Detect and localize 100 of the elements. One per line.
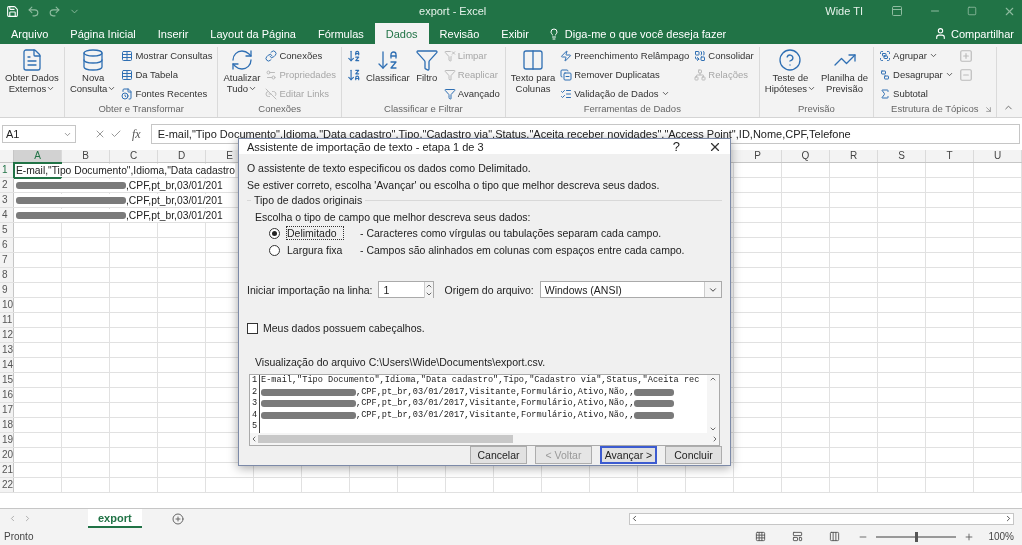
- horizontal-scrollbar[interactable]: [250, 432, 719, 445]
- checkbox-label[interactable]: Meus dados possuem cabeçalhos.: [263, 322, 425, 334]
- start-row-spinner[interactable]: 1: [378, 281, 435, 298]
- ribbon-button[interactable]: Fontes Recentes: [119, 85, 215, 102]
- row-header[interactable]: 18: [0, 418, 14, 432]
- ribbon-button[interactable]: Remover Duplicatas: [558, 66, 692, 83]
- ribbon-button[interactable]: Texto para Colunas: [508, 47, 558, 95]
- page-break-icon[interactable]: [829, 531, 841, 542]
- insert-function-button[interactable]: fx: [132, 126, 141, 142]
- row-header[interactable]: 12: [0, 328, 14, 342]
- ribbon-button[interactable]: Validação de Dados: [558, 85, 692, 102]
- dialog-launcher-icon[interactable]: [983, 105, 993, 114]
- ribbon-button[interactable]: Classificar: [363, 47, 412, 84]
- ribbon-tab[interactable]: Arquivo: [0, 23, 60, 44]
- origin-dropdown[interactable]: Windows (ANSI): [539, 281, 722, 298]
- ribbon-tab[interactable]: Revisão: [428, 23, 491, 44]
- radio-button[interactable]: [269, 244, 280, 256]
- ribbon-button[interactable]: Conexões: [263, 47, 338, 64]
- ribbon-button[interactable]: Atualizar Tudo: [221, 47, 263, 95]
- ribbon-tab[interactable]: Fórmulas: [306, 23, 375, 44]
- row-header[interactable]: 4: [0, 208, 14, 222]
- ribbon-tab[interactable]: Página Inicial: [59, 23, 147, 44]
- spinner-arrows-icon[interactable]: [424, 281, 434, 298]
- ribbon-button[interactable]: Obter Dados Externos: [3, 47, 61, 95]
- normal-view-icon[interactable]: [755, 531, 767, 542]
- row-header[interactable]: 7: [0, 253, 14, 267]
- row-header[interactable]: 20: [0, 448, 14, 462]
- ribbon-button[interactable]: Subtotal: [877, 85, 956, 102]
- row-header[interactable]: 14: [0, 358, 14, 372]
- row-header[interactable]: 2: [0, 178, 14, 192]
- previous-sheet-icon[interactable]: [8, 514, 17, 523]
- ribbon-button[interactable]: Desagrupar: [877, 66, 956, 83]
- horizontal-scrollbar[interactable]: [629, 512, 1014, 525]
- zoom-in-icon[interactable]: [964, 531, 975, 542]
- ribbon-button[interactable]: Teste de Hipóteses: [762, 47, 819, 95]
- checkbox[interactable]: [247, 322, 258, 334]
- row-header[interactable]: 9: [0, 283, 14, 297]
- share-button[interactable]: Compartilhar: [926, 23, 1022, 44]
- row-header[interactable]: 1: [0, 163, 14, 177]
- scroll-left-icon[interactable]: [630, 514, 639, 523]
- add-sheet-icon[interactable]: [171, 512, 184, 525]
- scroll-right-icon[interactable]: [711, 434, 719, 443]
- undo-icon[interactable]: [27, 4, 40, 18]
- cancel-icon[interactable]: [94, 128, 106, 140]
- ribbon-button[interactable]: Da Tabela: [119, 66, 215, 83]
- scroll-right-icon[interactable]: [1004, 514, 1013, 523]
- scroll-up-icon[interactable]: [709, 375, 717, 383]
- radio-button[interactable]: [269, 227, 280, 239]
- row-header[interactable]: 16: [0, 388, 14, 402]
- ribbon-tab[interactable]: Dados: [374, 23, 429, 44]
- row-header[interactable]: 6: [0, 238, 14, 252]
- ribbon-options-icon[interactable]: [891, 5, 903, 17]
- row-header[interactable]: 13: [0, 343, 14, 357]
- radio-label[interactable]: Largura fixa: [286, 243, 344, 257]
- row-header[interactable]: 3: [0, 193, 14, 207]
- ribbon-button[interactable]: Preenchimento Relâmpago: [558, 47, 692, 64]
- vertical-scrollbar[interactable]: [707, 375, 719, 433]
- row-header[interactable]: 8: [0, 268, 14, 282]
- row-header[interactable]: 15: [0, 373, 14, 387]
- column-header[interactable]: T: [926, 150, 974, 162]
- ribbon-button[interactable]: Agrupar: [877, 47, 956, 64]
- tell-me-field[interactable]: Diga-me o que você deseja fazer: [539, 23, 735, 44]
- row-header[interactable]: 17: [0, 403, 14, 417]
- row-header[interactable]: 5: [0, 223, 14, 237]
- column-header[interactable]: P: [734, 150, 782, 162]
- ribbon-tab[interactable]: Layout da Página: [199, 23, 307, 44]
- scroll-left-icon[interactable]: [250, 434, 258, 443]
- radio-label[interactable]: Delimitado: [286, 226, 344, 240]
- line-number: 1: [250, 375, 260, 387]
- page-layout-icon[interactable]: [792, 531, 804, 542]
- row-header[interactable]: 11: [0, 313, 14, 327]
- save-icon[interactable]: [6, 4, 19, 18]
- ribbon-tab[interactable]: Exibir: [490, 23, 540, 44]
- ribbon-tab[interactable]: Inserir: [146, 23, 200, 44]
- redo-icon[interactable]: [48, 4, 61, 18]
- ribbon-button[interactable]: Planilha de Previsão: [819, 47, 871, 95]
- sheet-tab[interactable]: export: [88, 509, 142, 528]
- column-header[interactable]: S: [878, 150, 926, 162]
- ribbon-button[interactable]: Filtro: [412, 47, 441, 84]
- column-header[interactable]: A: [14, 150, 62, 162]
- ribbon-button[interactable]: Avançado: [441, 85, 502, 102]
- column-header[interactable]: U: [974, 150, 1022, 162]
- ribbon-button[interactable]: Mostrar Consultas: [119, 47, 215, 64]
- next-sheet-icon[interactable]: [23, 514, 32, 523]
- row-header[interactable]: 10: [0, 298, 14, 312]
- restore-icon[interactable]: [967, 6, 977, 16]
- row-header[interactable]: 19: [0, 433, 14, 447]
- ribbon-button[interactable]: Nova Consulta: [67, 47, 119, 95]
- check-icon[interactable]: [110, 128, 122, 140]
- row-header[interactable]: 22: [0, 478, 14, 492]
- column-header[interactable]: Q: [782, 150, 830, 162]
- column-header[interactable]: C: [110, 150, 158, 162]
- ribbon-button[interactable]: Consolidar: [692, 47, 756, 64]
- column-header[interactable]: D: [158, 150, 206, 162]
- column-header[interactable]: R: [830, 150, 878, 162]
- zoom-slider-thumb[interactable]: [915, 531, 919, 542]
- name-box[interactable]: A1: [2, 125, 76, 143]
- row-header[interactable]: 21: [0, 463, 14, 477]
- column-header[interactable]: B: [62, 150, 110, 162]
- zoom-level[interactable]: 100%: [988, 531, 1014, 542]
